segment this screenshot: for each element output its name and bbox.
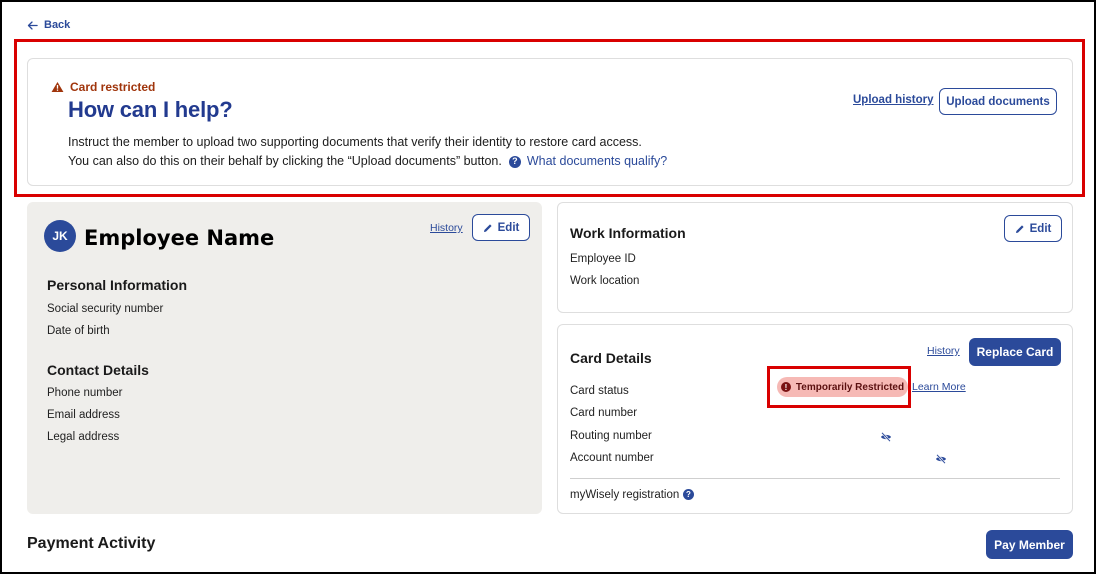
field-label: Card status (570, 385, 629, 397)
field-label: Routing number (570, 430, 652, 442)
divider (570, 478, 1060, 479)
alert-icon: ! (780, 382, 791, 392)
what-documents-qualify-link[interactable]: What documents qualify? (527, 152, 667, 171)
mywisely-registration-label: myWisely registration (570, 489, 680, 501)
employee-name: Employee Name (84, 226, 275, 250)
replace-card-button[interactable]: Replace Card (969, 338, 1061, 366)
field-label: Email address (47, 409, 120, 421)
eye-slash-icon[interactable] (880, 432, 892, 442)
upload-history-link[interactable]: Upload history (853, 94, 934, 106)
status-badge-text: Temporarily Restricted (795, 381, 905, 393)
employee-edit-label: Edit (497, 221, 520, 234)
card-details-panel: Card Details History Replace Card Card s… (557, 324, 1073, 514)
banner-text: Instruct the member to upload two suppor… (68, 133, 667, 171)
field-label: Work location (570, 275, 640, 287)
work-information-title: Work Information (570, 225, 686, 241)
card-details-title: Card Details (570, 350, 652, 366)
card-history-link[interactable]: History (927, 345, 960, 357)
field-label: Phone number (47, 387, 123, 399)
upload-documents-button[interactable]: Upload documents (939, 88, 1057, 115)
upload-documents-label: Upload documents (946, 95, 1050, 108)
eye-slash-icon[interactable] (935, 454, 947, 464)
avatar: JK (44, 220, 76, 252)
warning-icon (51, 81, 64, 93)
back-link[interactable]: Back (27, 16, 70, 34)
pay-member-button[interactable]: Pay Member (986, 530, 1073, 559)
back-label: Back (44, 19, 71, 31)
employee-edit-button[interactable]: Edit (472, 214, 530, 241)
status-badge: ! Temporarily Restricted (777, 377, 908, 397)
question-icon[interactable]: ? (683, 489, 694, 500)
work-information-panel: Work Information Edit Employee ID Work l… (557, 202, 1073, 313)
restriction-banner: Card restricted How can I help? Instruct… (27, 58, 1073, 186)
field-label: Account number (570, 452, 654, 464)
field-label: Date of birth (47, 325, 110, 337)
employee-history-link[interactable]: History (430, 222, 463, 234)
field-label: Employee ID (570, 253, 636, 265)
field-label: Card number (570, 407, 638, 419)
banner-line-2-text: You can also do this on their behalf by … (68, 154, 502, 168)
personal-information-title: Personal Information (47, 277, 188, 293)
contact-details-title: Contact Details (47, 362, 149, 378)
learn-more-link[interactable]: Learn More (912, 381, 966, 393)
banner-line-1: Instruct the member to upload two suppor… (68, 135, 642, 149)
question-icon: ? (508, 155, 521, 168)
arrow-left-icon (27, 20, 38, 30)
banner-title: How can I help? (68, 97, 233, 122)
field-label: Legal address (47, 431, 120, 443)
banner-line-2: You can also do this on their behalf by … (68, 152, 667, 171)
banner-eyebrow: Card restricted (51, 79, 155, 95)
work-edit-label: Edit (1029, 222, 1052, 235)
work-edit-button[interactable]: Edit (1004, 215, 1062, 242)
employee-panel: JK Employee Name History Edit Personal I… (27, 202, 542, 514)
payment-activity-title: Payment Activity (27, 535, 156, 552)
banner-eyebrow-text: Card restricted (70, 80, 156, 94)
pencil-icon (483, 223, 492, 232)
pencil-icon (1015, 224, 1024, 233)
app-screen: Back Card restricted How can I help? Ins… (2, 2, 1094, 572)
field-label: Social security number (47, 303, 164, 315)
